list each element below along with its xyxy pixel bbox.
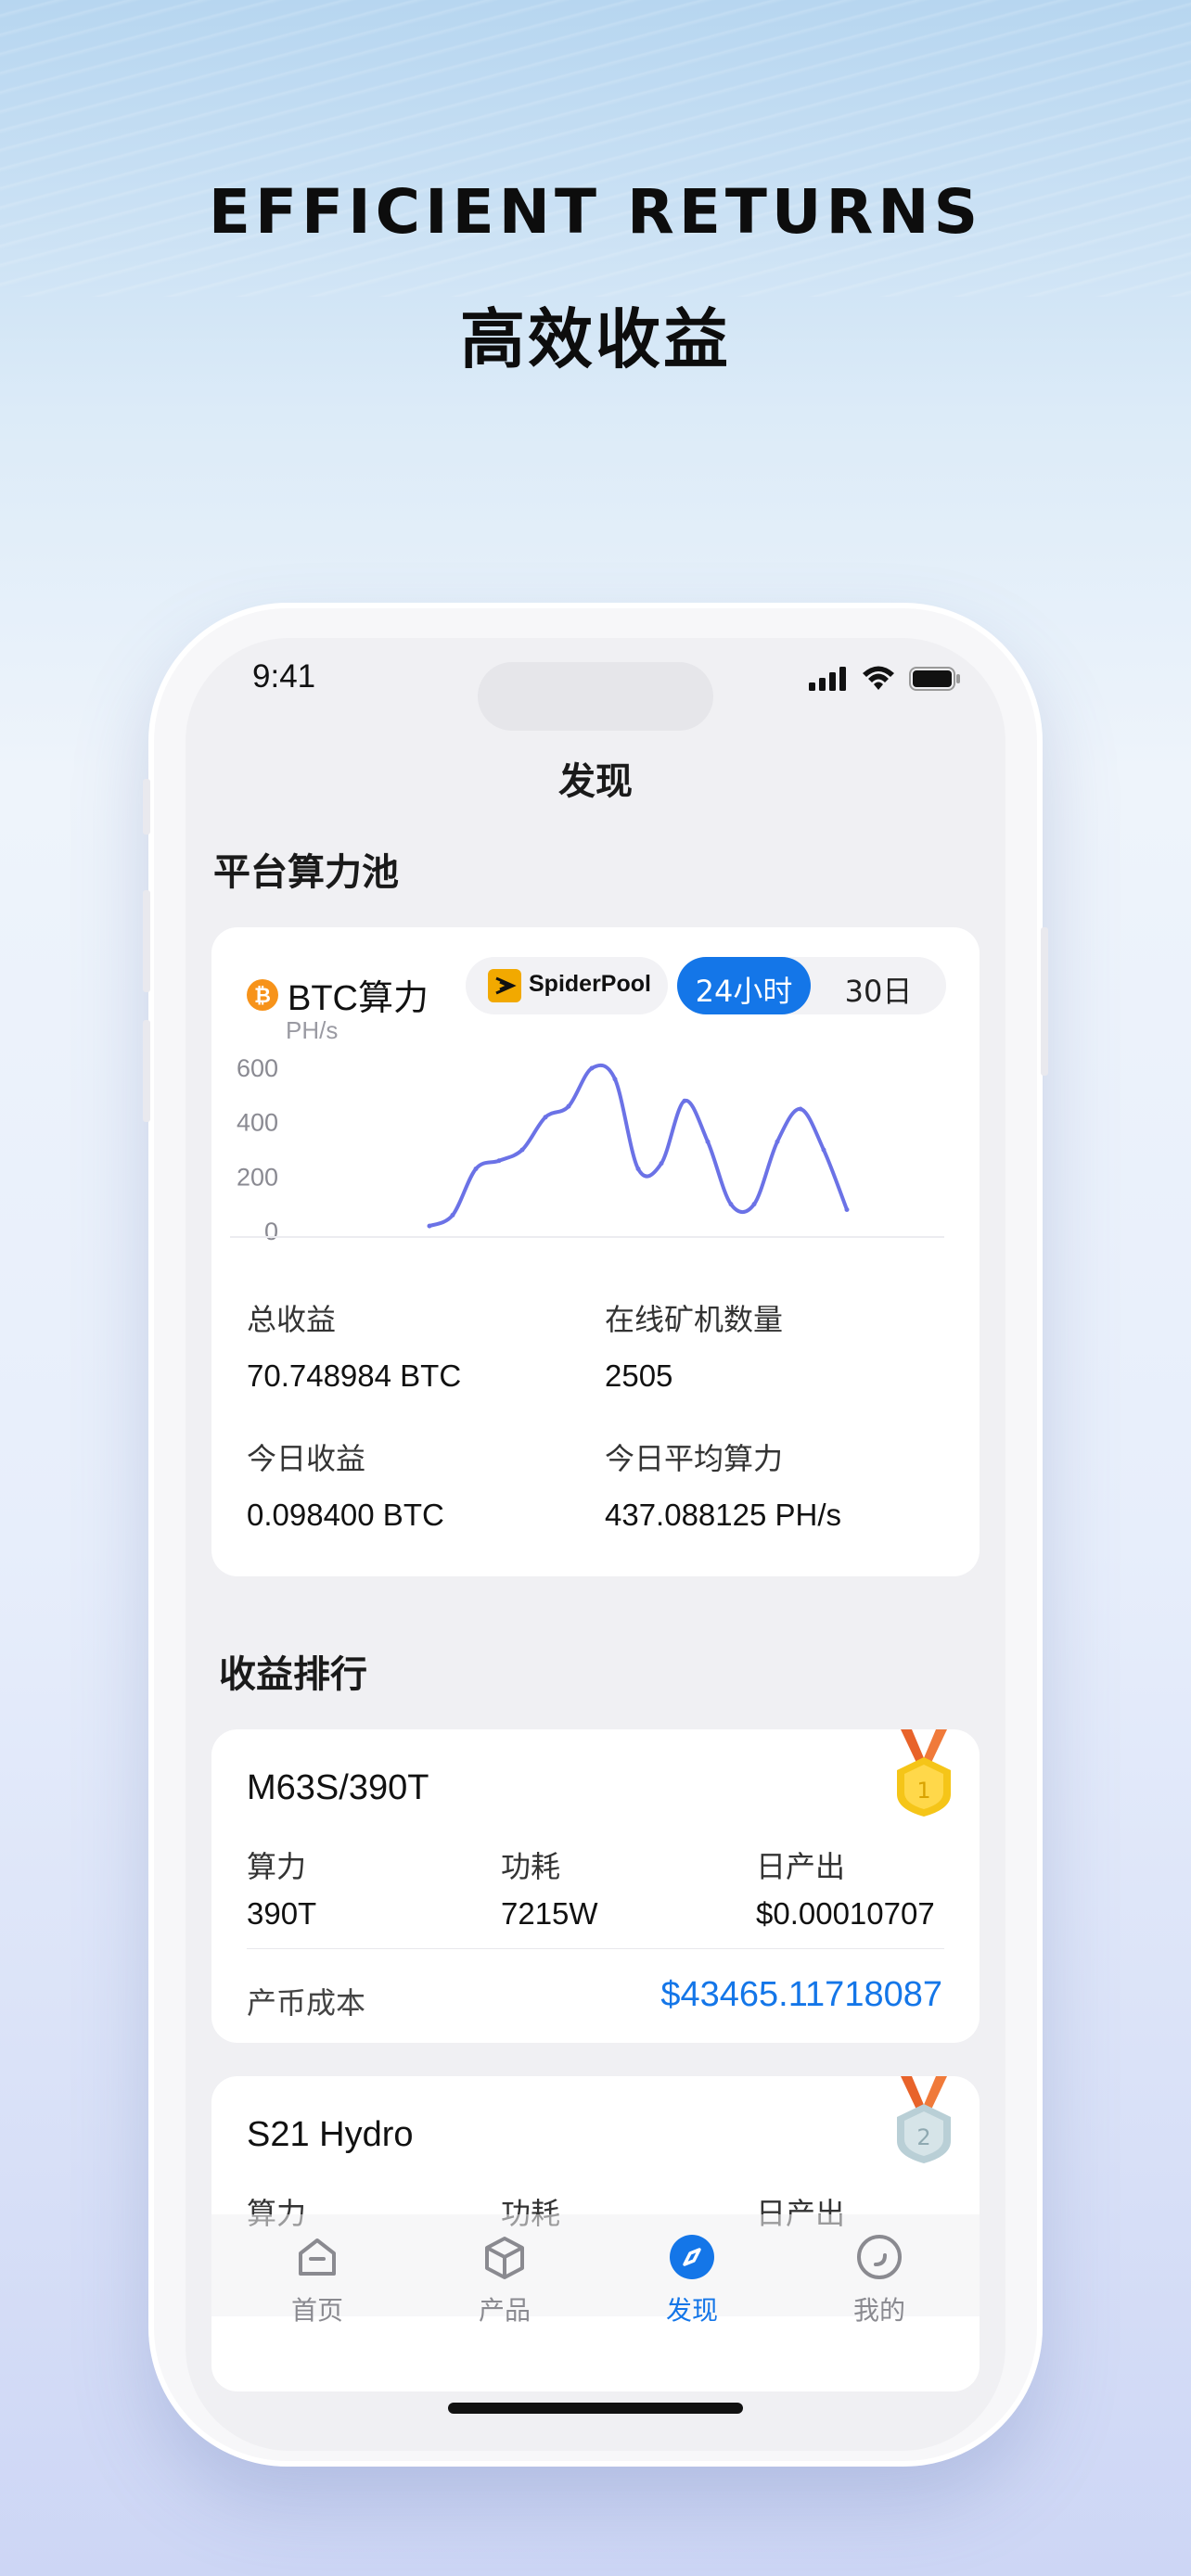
phone-side-button <box>143 890 150 992</box>
range-tab-30d[interactable]: 30日 <box>811 957 946 1014</box>
gold-medal-icon: 1 <box>897 1729 951 1817</box>
metric-value-daily-output: $0.00010707 <box>756 1896 935 1931</box>
coin-label-group: ₿ BTC算力 <box>247 969 429 1020</box>
range-tab-30d-label: 30日 <box>844 974 913 1009</box>
svg-text:₿: ₿ <box>254 985 271 1008</box>
home-indicator <box>448 2403 743 2414</box>
tab-profile[interactable]: 我的 <box>824 2233 935 2327</box>
chart-point <box>496 1158 502 1164</box>
stat-label-today-earnings: 今日收益 <box>247 1441 366 1476</box>
cost-value: $43465.11718087 <box>660 1975 942 2014</box>
stat-value-today-earnings: 0.098400 BTC <box>247 1498 444 1532</box>
chart-point <box>589 1065 595 1071</box>
status-time: 9:41 <box>252 658 316 695</box>
chart-point <box>519 1147 525 1153</box>
home-icon <box>299 2238 336 2276</box>
tab-home-label: 首页 <box>290 2295 343 2326</box>
metric-value-power: 7215W <box>501 1896 598 1931</box>
status-icons <box>809 666 961 692</box>
screen-title: 发现 <box>558 760 633 803</box>
range-tabs: 24小时 30日 <box>677 957 946 1014</box>
stat-label-today-avg-hashrate: 今日平均算力 <box>605 1441 784 1476</box>
tab-profile-label: 我的 <box>852 2295 905 2326</box>
divider <box>247 1948 944 1949</box>
compass-icon <box>670 2235 714 2279</box>
profile-icon <box>857 2235 902 2279</box>
chart-point <box>751 1202 757 1207</box>
hashrate-chart: PH/s 600 400 200 0 <box>230 1020 944 1245</box>
background-decoration <box>0 0 1191 297</box>
phone-side-button <box>143 1020 150 1122</box>
metric-label-hashrate: 算力 <box>247 1849 307 1884</box>
tab-products[interactable]: 产品 <box>449 2233 560 2327</box>
chart-point <box>798 1106 803 1112</box>
chart-point <box>450 1212 455 1218</box>
silver-medal-rank: 2 <box>916 2124 930 2150</box>
chart-point <box>659 1161 664 1167</box>
wifi-icon <box>863 666 894 690</box>
tab-discover[interactable]: 发现 <box>636 2233 748 2327</box>
phone-side-button <box>143 779 150 835</box>
chart-point <box>705 1139 711 1144</box>
pool-badge-label: SpiderPool <box>529 971 651 997</box>
chart-point <box>775 1139 780 1144</box>
chart-point <box>635 1167 641 1172</box>
chart-point <box>682 1098 687 1103</box>
pool-badge[interactable]: SpiderPool <box>466 957 668 1014</box>
stat-value-today-avg-hashrate: 437.088125 PH/s <box>605 1498 842 1532</box>
hashpool-section-title: 平台算力池 <box>213 851 399 894</box>
bitcoin-icon: ₿ <box>247 978 278 1011</box>
chart-point <box>566 1103 571 1109</box>
chart-point <box>728 1202 734 1207</box>
chart-point <box>821 1147 826 1153</box>
chart-point <box>844 1207 850 1213</box>
range-tab-24h[interactable]: 24小时 <box>677 957 811 1014</box>
tab-products-label: 产品 <box>478 2295 531 2326</box>
battery-icon <box>909 667 960 691</box>
hashpool-card: ₿ BTC算力 SpiderPool 24小时 30日 PH/s 600 400 20… <box>211 927 980 1576</box>
coin-label: BTC算力 <box>288 979 429 1018</box>
stat-label-total-earnings: 总收益 <box>247 1302 337 1337</box>
chart-point <box>543 1115 548 1120</box>
chart-point <box>612 1077 618 1082</box>
stat-label-online-miners: 在线矿机数量 <box>605 1302 784 1337</box>
ranking-model-name: M63S/390T <box>247 1768 429 1807</box>
ranking-card-1[interactable]: M63S/390T 1 算力 390T 功耗 7215W 日产出 $0.0001… <box>211 1729 980 2043</box>
metric-label-power: 功耗 <box>501 1849 561 1884</box>
ranking-model-name: S21 Hydro <box>247 2115 414 2154</box>
chart-y-tick-label: 200 <box>237 1163 278 1191</box>
tab-discover-label: 发现 <box>665 2295 718 2326</box>
phone-screen: 9:41 发现 平台算力池 ₿ BTC算力 SpiderPool 24小时 30… <box>186 638 1005 2451</box>
stat-value-online-miners: 2505 <box>605 1358 673 1393</box>
promo-headline-en: EFFICIENT RETURNS <box>208 176 983 248</box>
stat-value-total-earnings: 70.748984 BTC <box>247 1358 462 1393</box>
chart-point <box>473 1167 479 1172</box>
chart-point <box>427 1223 432 1229</box>
chart-y-tick-label: 0 <box>264 1218 278 1245</box>
chart-y-tick-label: 400 <box>237 1109 278 1137</box>
chart-y-unit-label: PH/s <box>286 1020 338 1044</box>
tab-home[interactable]: 首页 <box>262 2233 373 2327</box>
gold-medal-rank: 1 <box>916 1778 930 1804</box>
range-tab-24h-label: 24小时 <box>695 974 793 1009</box>
dynamic-island <box>478 662 713 731</box>
metric-label-daily-output: 日产出 <box>756 1849 846 1884</box>
spiderpool-logo-icon <box>488 969 521 1002</box>
cost-label: 产币成本 <box>247 1985 366 2021</box>
chart-series-line <box>428 1063 849 1229</box>
ranking-section-title: 收益排行 <box>219 1653 367 1696</box>
promo-headline-cn: 高效收益 <box>460 301 731 377</box>
signal-icon <box>809 667 846 691</box>
phone-side-button <box>1041 927 1048 1076</box>
silver-medal-icon: 2 <box>897 2076 951 2163</box>
chart-y-tick-label: 600 <box>237 1054 278 1082</box>
metric-value-hashrate: 390T <box>247 1896 317 1931</box>
box-icon <box>485 2237 524 2279</box>
